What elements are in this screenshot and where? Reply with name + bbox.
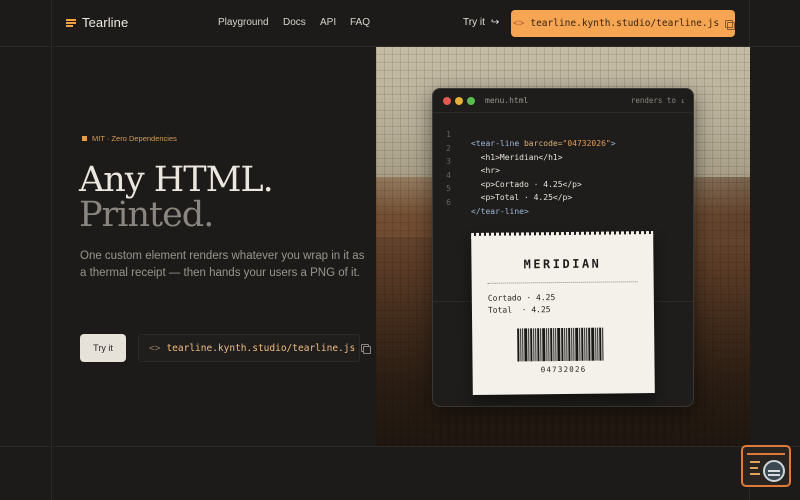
inspector-widget-icon[interactable]	[741, 445, 791, 487]
barcode-bar	[530, 328, 533, 362]
receipt-preview: MERIDIAN Cortado · 4.25 Total · 4.25 047…	[471, 234, 655, 395]
curved-arrow-icon: ↪	[490, 17, 500, 28]
header-script-url-button[interactable]: <> tearline.kynth.studio/tearline.js	[511, 10, 736, 37]
barcode-bar	[561, 327, 564, 362]
receipt-item: Cortado · 4.25	[487, 293, 556, 303]
barcode-bar	[588, 327, 591, 361]
header-try-link[interactable]: Try it ↪	[463, 17, 499, 28]
code-line: 5 <p>Total · 4.25</p>	[433, 175, 693, 202]
nav-item-faq[interactable]: FAQ	[350, 17, 370, 28]
code-line: 6 </tear-line>	[433, 189, 693, 216]
barcode-bar	[550, 328, 553, 362]
tearline-logo-icon	[66, 18, 76, 28]
barcode-bar	[537, 328, 540, 362]
script-url: tearline.kynth.studio/tearline.js	[166, 342, 356, 354]
maximize-dot-icon	[467, 97, 475, 105]
footer-divider	[0, 446, 800, 447]
brand-name: Tearline	[82, 15, 129, 30]
magnifier-icon	[763, 460, 785, 482]
code-window-titlebar: menu.html renders to ↓	[433, 89, 693, 113]
receipt-divider	[487, 281, 638, 284]
barcode-bar	[517, 328, 520, 362]
header-script-url: tearline.kynth.studio/tearline.js	[530, 18, 720, 29]
try-it-button[interactable]: Try it	[80, 334, 126, 362]
barcode-bar	[542, 328, 546, 362]
nav-item-playground[interactable]: Playground	[218, 17, 269, 28]
code-text: </tear-line>	[471, 206, 529, 216]
barcode-image	[517, 327, 609, 362]
hero-title-line1: Any HTML.	[79, 160, 274, 200]
license-badge: MIT · Zero Dependencies	[82, 134, 177, 143]
code-brackets-icon: <>	[149, 342, 161, 354]
barcode-bar	[524, 328, 528, 362]
nav-item-docs[interactable]: Docs	[283, 17, 306, 28]
code-filename: menu.html	[485, 96, 529, 105]
barcode-bar	[602, 327, 604, 361]
badge-text: MIT · Zero Dependencies	[92, 134, 177, 143]
code-line: 4 <p>Cortado · 4.25</p>	[433, 162, 693, 189]
hero-title-line2: Printed.	[79, 195, 214, 235]
barcode-bar	[599, 327, 602, 361]
guide-line-left	[51, 0, 52, 500]
copy-icon[interactable]	[725, 19, 736, 30]
nav-item-api[interactable]: API	[320, 17, 336, 28]
renders-to-label: renders to ↓	[630, 96, 685, 105]
code-line: 2 <h1>Meridian</h1>	[433, 135, 693, 162]
code-line: 1 <tear-line barcode="04732026">	[433, 121, 693, 148]
barcode-bar	[557, 328, 561, 362]
script-url-box[interactable]: <> tearline.kynth.studio/tearline.js	[138, 334, 372, 362]
receipt-total: Total · 4.25	[487, 305, 551, 315]
top-nav: Tearline Playground Docs API FAQ Try it …	[0, 0, 800, 46]
barcode-bar	[568, 327, 571, 361]
barcode-number: 04732026	[540, 364, 587, 375]
receipt-title: MERIDIAN	[523, 256, 602, 272]
code-brackets-icon: <>	[512, 18, 525, 29]
line-number: 6	[446, 197, 451, 207]
minimize-dot-icon	[455, 97, 463, 105]
code-line: 3 <hr>	[433, 148, 693, 175]
hero-subtitle: One custom element renders whatever you …	[80, 250, 365, 279]
header-try-label: Try it	[463, 17, 485, 28]
barcode-bar	[575, 327, 579, 361]
code-block: 1 <tear-line barcode="04732026"> 2 <h1>M…	[433, 121, 693, 216]
badge-square-icon	[82, 136, 87, 141]
close-dot-icon	[443, 97, 451, 105]
brand-logo[interactable]: Tearline	[66, 15, 128, 30]
barcode-bar	[581, 327, 584, 361]
barcode-bar	[591, 327, 595, 361]
